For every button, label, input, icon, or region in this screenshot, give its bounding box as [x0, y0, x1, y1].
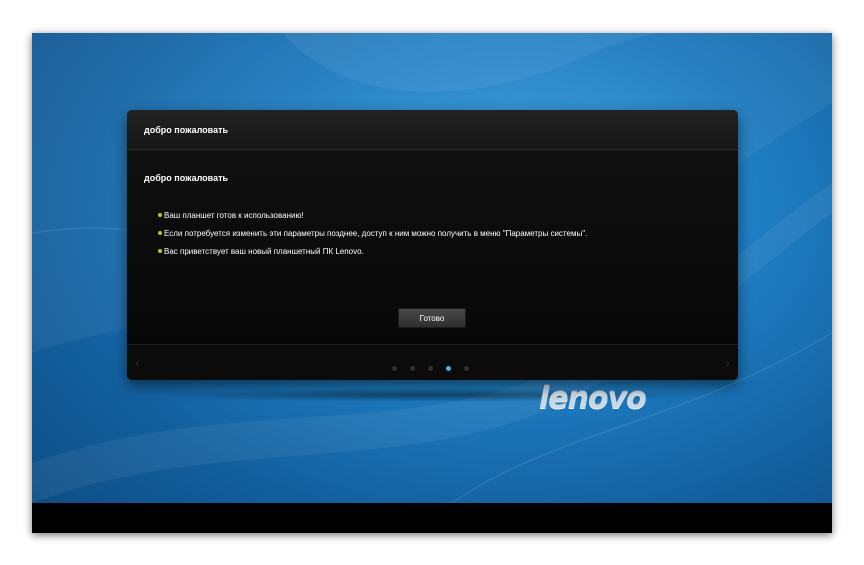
list-item-text: Ваш планшет готов к использованию!	[164, 211, 304, 220]
list-item: Ваш планшет готов к использованию!	[158, 207, 587, 225]
info-list: Ваш планшет готов к использованию! Если …	[158, 207, 587, 261]
dialog-body: добро пожаловать Ваш планшет готов к исп…	[127, 150, 738, 345]
dialog-footer: ‹ ›	[127, 344, 738, 380]
list-item: Вас приветствует ваш новый планшетный ПК…	[158, 243, 587, 261]
page-dot-5[interactable]	[464, 366, 469, 371]
list-item-text: Если потребуется изменить эти параметры …	[164, 229, 588, 238]
bullet-icon	[158, 249, 162, 253]
welcome-dialog: добро пожаловать добро пожаловать Ваш пл…	[127, 110, 738, 380]
chevron-left-icon[interactable]: ‹	[135, 354, 140, 370]
list-item-text: Вас приветствует ваш новый планшетный ПК…	[164, 247, 364, 256]
page-dot-4-active[interactable]	[446, 366, 451, 371]
tablet-screen: lenovo добро пожаловать добро пожаловать…	[32, 33, 832, 533]
system-bar	[32, 503, 832, 533]
body-title: добро пожаловать	[144, 173, 229, 183]
done-button[interactable]: Готово	[398, 308, 466, 328]
dialog-header-title: добро пожаловать	[127, 110, 738, 150]
lenovo-logo: lenovo	[539, 381, 647, 416]
page-dot-1[interactable]	[392, 366, 397, 371]
list-item: Если потребуется изменить эти параметры …	[158, 225, 587, 243]
chevron-right-icon[interactable]: ›	[725, 354, 730, 370]
bullet-icon	[158, 213, 162, 217]
bullet-icon	[158, 231, 162, 235]
page-dot-2[interactable]	[410, 366, 415, 371]
page-indicator	[392, 366, 469, 372]
page-dot-3[interactable]	[428, 366, 433, 371]
